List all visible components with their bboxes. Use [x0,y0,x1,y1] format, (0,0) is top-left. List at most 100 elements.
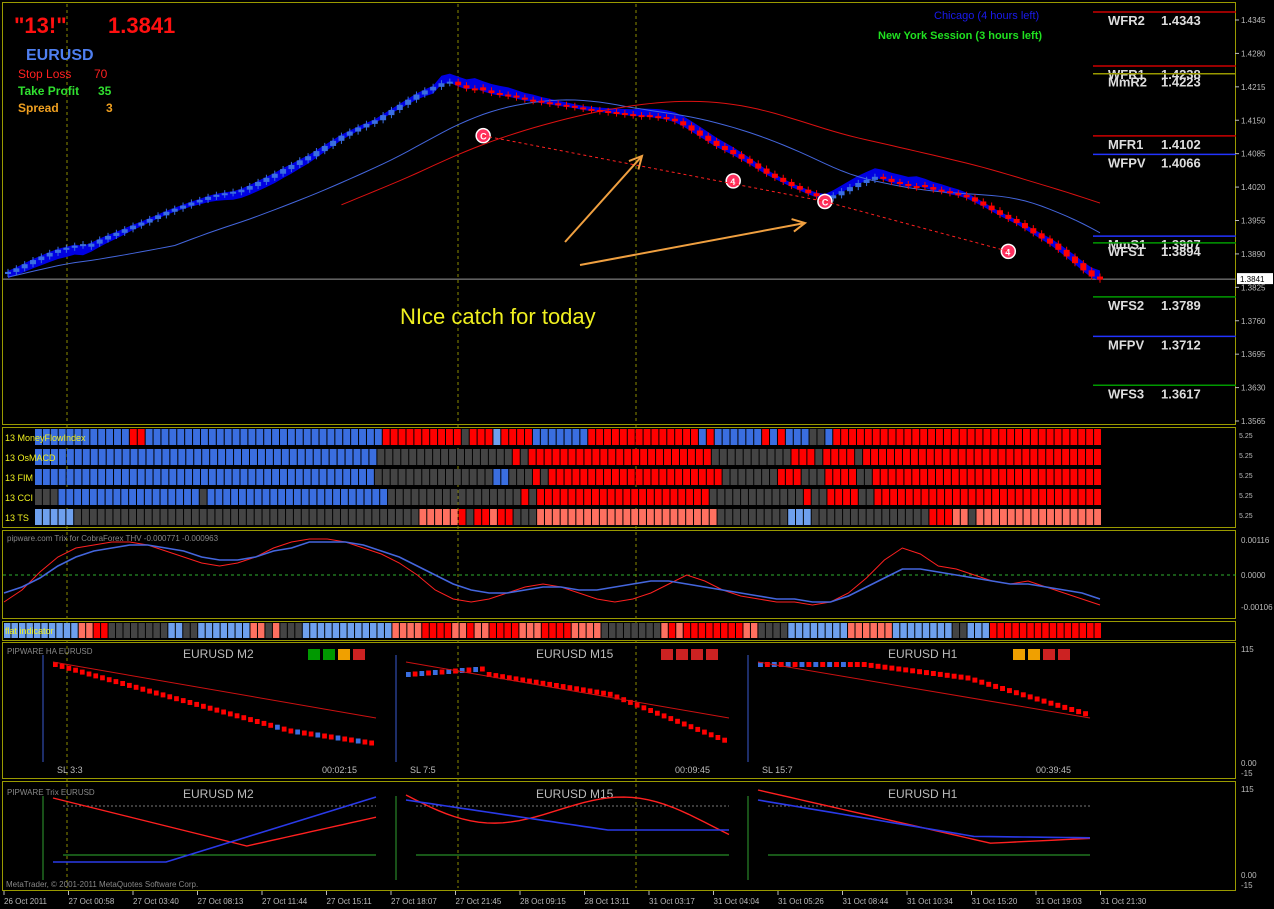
strip-cell [130,449,138,465]
candle-body [488,90,495,94]
candle-body [988,205,995,211]
flat-cell [302,623,310,638]
candle-body [463,85,470,89]
flat-cell [564,623,571,638]
strip-cell [600,449,608,465]
strip-cell [775,449,783,465]
strip-cell [1078,489,1086,505]
candle-body [246,186,253,190]
strip-cell [293,509,301,525]
strip-cell [817,429,825,445]
strip-cell [208,429,216,445]
flat-cell [504,623,511,638]
strip-cell [548,469,556,485]
strip-cell [501,429,509,445]
strip-cell [224,429,232,445]
strip-cell [762,429,770,445]
ha-candle [369,740,374,746]
strip-cell [850,509,858,525]
strip-cell [161,429,169,445]
strip-cell [191,509,199,525]
candle-body [971,197,978,202]
signal-square [676,649,688,660]
strip-cell [849,429,856,445]
strip-cell [262,489,270,505]
strip-cell [588,469,596,485]
candle-body [505,94,512,97]
ha-candle [315,732,321,738]
flat-cell [848,623,855,638]
ha-candle [133,684,139,690]
take-profit-value: 35 [98,84,112,98]
strip-cell [936,469,943,485]
time-tick-label: 27 Oct 18:07 [391,897,437,906]
ha-candle [275,724,280,730]
strip-cell [751,449,759,465]
strip-cell [1030,449,1038,465]
ha-candle [473,667,479,672]
flat-cell [736,623,743,638]
strip-cell [186,449,194,465]
strip-cell [417,449,425,465]
ha-candle [702,729,707,735]
strip-cell [113,489,121,505]
strip-cell [599,489,607,505]
flat-cell [175,623,183,638]
strip-cell [490,489,497,505]
strip-cell [58,489,66,505]
candle-body [880,176,887,179]
strip-cell [896,429,904,445]
strip-cell [153,429,161,445]
strip-cell [887,449,894,465]
flat-cell [1034,623,1042,638]
candle-body [938,189,945,192]
time-tick-label: 31 Oct 05:26 [778,897,824,906]
strip-cell [154,449,162,465]
strip-cell [485,469,493,485]
strip-cell [493,429,501,445]
strip-cell [114,449,122,465]
strip-cell [735,449,743,465]
strip-cell [278,489,286,505]
strip-cell [218,449,226,465]
flat-cell [108,623,116,638]
candle-body [671,118,678,122]
strip-cell [382,429,390,445]
strip-cell [262,509,270,525]
strip-cell [98,469,106,485]
ha-candle [695,726,701,732]
strip-cell [639,489,646,505]
ha-candle [362,739,368,745]
signal-square [308,649,320,660]
strip-cell [58,509,66,525]
strip-cell [627,469,635,485]
candle-body [138,222,145,226]
flat-cell [198,623,205,638]
strip-cell [313,449,321,465]
strip-cell [540,429,548,445]
candle-body [846,187,853,192]
strip-cell [169,469,177,485]
strip-cell [200,469,208,485]
strip-cell [325,509,333,525]
strip-value-label: 5.25 [1239,473,1253,480]
timer-label: 00:09:45 [675,765,710,775]
strip-cell [741,489,748,505]
strip-cell [136,489,144,505]
strip-cell [50,469,58,485]
ha-candle [167,694,173,700]
strip-cell [643,469,651,485]
candle-body [788,181,795,187]
strip-cell [254,509,262,525]
flat-cell [130,623,138,638]
candle-body [496,93,503,96]
strip-cell [114,469,121,485]
price-tick-label: 1.3955 [1241,217,1266,226]
strip-cell [627,429,635,445]
strip-cell [611,469,619,485]
strip-cell [672,449,679,465]
strip-cell [82,469,90,485]
strip-cell [170,449,178,465]
strip-cell [90,429,98,445]
strip-cell [756,509,764,525]
